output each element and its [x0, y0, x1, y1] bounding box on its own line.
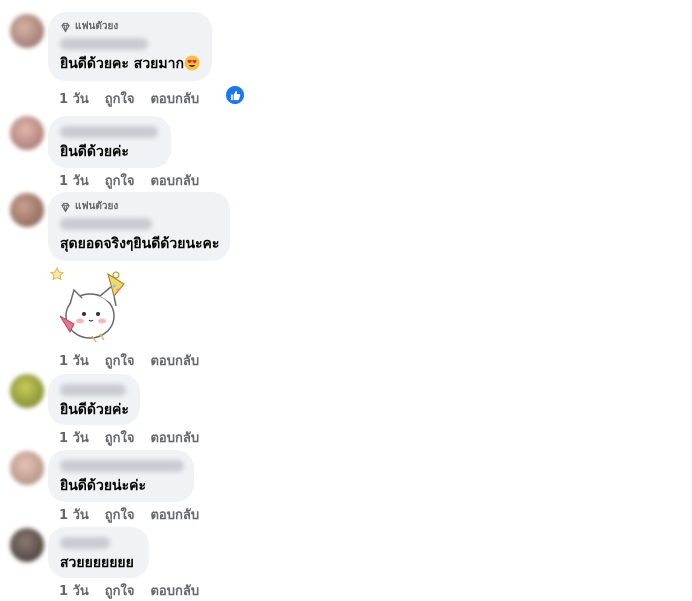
- diamond-icon: [61, 22, 70, 32]
- comment-bubble: ยินดีด้วยน่ะค่ะ: [48, 450, 194, 502]
- author-name[interactable]: [60, 218, 152, 230]
- comment-bubble: สวยยยยยยย: [48, 527, 149, 578]
- reply-button[interactable]: ตอบกลับ: [150, 350, 199, 371]
- comment-bubble: ยินดีด้วยค่ะ: [48, 116, 171, 168]
- avatar[interactable]: [10, 528, 44, 562]
- comment-actions: 1 วัน ถูกใจ ตอบกลับ: [59, 504, 199, 525]
- heart-eyes-emoji-icon: [184, 55, 200, 71]
- badge-label: แฟนตัวยง: [75, 201, 119, 212]
- like-button[interactable]: ถูกใจ: [105, 88, 135, 109]
- timestamp-link[interactable]: 1 วัน: [59, 504, 89, 525]
- comment-actions: 1 วัน ถูกใจ ตอบกลับ: [59, 88, 199, 109]
- comment-bubble: ยินดีด้วยค่ะ: [48, 374, 140, 425]
- author-name[interactable]: [60, 126, 158, 138]
- avatar[interactable]: [10, 14, 44, 48]
- top-fan-badge: แฟนตัวยง: [60, 200, 218, 214]
- reply-button[interactable]: ตอบกลับ: [150, 504, 199, 525]
- party-cat-sticker[interactable]: [50, 266, 130, 346]
- thumbs-up-icon: [230, 90, 240, 100]
- top-fan-badge: แฟนตัวยง: [60, 20, 200, 34]
- like-button[interactable]: ถูกใจ: [105, 170, 135, 191]
- reply-button[interactable]: ตอบกลับ: [150, 427, 199, 448]
- author-name[interactable]: [60, 460, 184, 472]
- timestamp-link[interactable]: 1 วัน: [59, 88, 89, 109]
- author-name[interactable]: [60, 38, 148, 50]
- avatar[interactable]: [10, 451, 44, 485]
- badge-label: แฟนตัวยง: [75, 21, 119, 32]
- timestamp-link[interactable]: 1 วัน: [59, 170, 89, 191]
- comment-actions: 1 วัน ถูกใจ ตอบกลับ: [59, 350, 199, 371]
- comment-text: ยินดีด้วยน่ะค่ะ: [60, 478, 146, 494]
- comment-text: ยินดีด้วยคะ สวยมาก: [60, 55, 200, 73]
- comment-bubble: แฟนตัวยง สุดยอดจริงๆยินดีด้วยนะคะ: [48, 192, 230, 261]
- comment-text: สวยยยยยยย: [60, 555, 134, 571]
- avatar[interactable]: [10, 374, 44, 408]
- like-button[interactable]: ถูกใจ: [105, 350, 135, 371]
- author-name[interactable]: [60, 537, 110, 549]
- comment-text: ยินดีด้วยค่ะ: [60, 144, 129, 160]
- comment-bubble: แฟนตัวยง ยินดีด้วยคะ สวยมาก: [48, 12, 212, 81]
- like-button[interactable]: ถูกใจ: [105, 427, 135, 448]
- reply-button[interactable]: ตอบกลับ: [150, 88, 199, 109]
- avatar[interactable]: [10, 193, 44, 227]
- avatar[interactable]: [10, 116, 44, 150]
- reply-button[interactable]: ตอบกลับ: [150, 170, 199, 191]
- like-reaction-badge[interactable]: [224, 84, 246, 106]
- timestamp-link[interactable]: 1 วัน: [59, 350, 89, 371]
- diamond-icon: [61, 202, 70, 212]
- comment-text: ยินดีด้วยค่ะ: [60, 402, 129, 418]
- like-button[interactable]: ถูกใจ: [105, 504, 135, 525]
- comment-text: สุดยอดจริงๆยินดีด้วยนะคะ: [60, 236, 220, 252]
- author-name[interactable]: [60, 384, 126, 396]
- comment-actions: 1 วัน ถูกใจ ตอบกลับ: [59, 170, 199, 191]
- timestamp-link[interactable]: 1 วัน: [59, 427, 89, 448]
- comment-actions: 1 วัน ถูกใจ ตอบกลับ: [59, 427, 199, 448]
